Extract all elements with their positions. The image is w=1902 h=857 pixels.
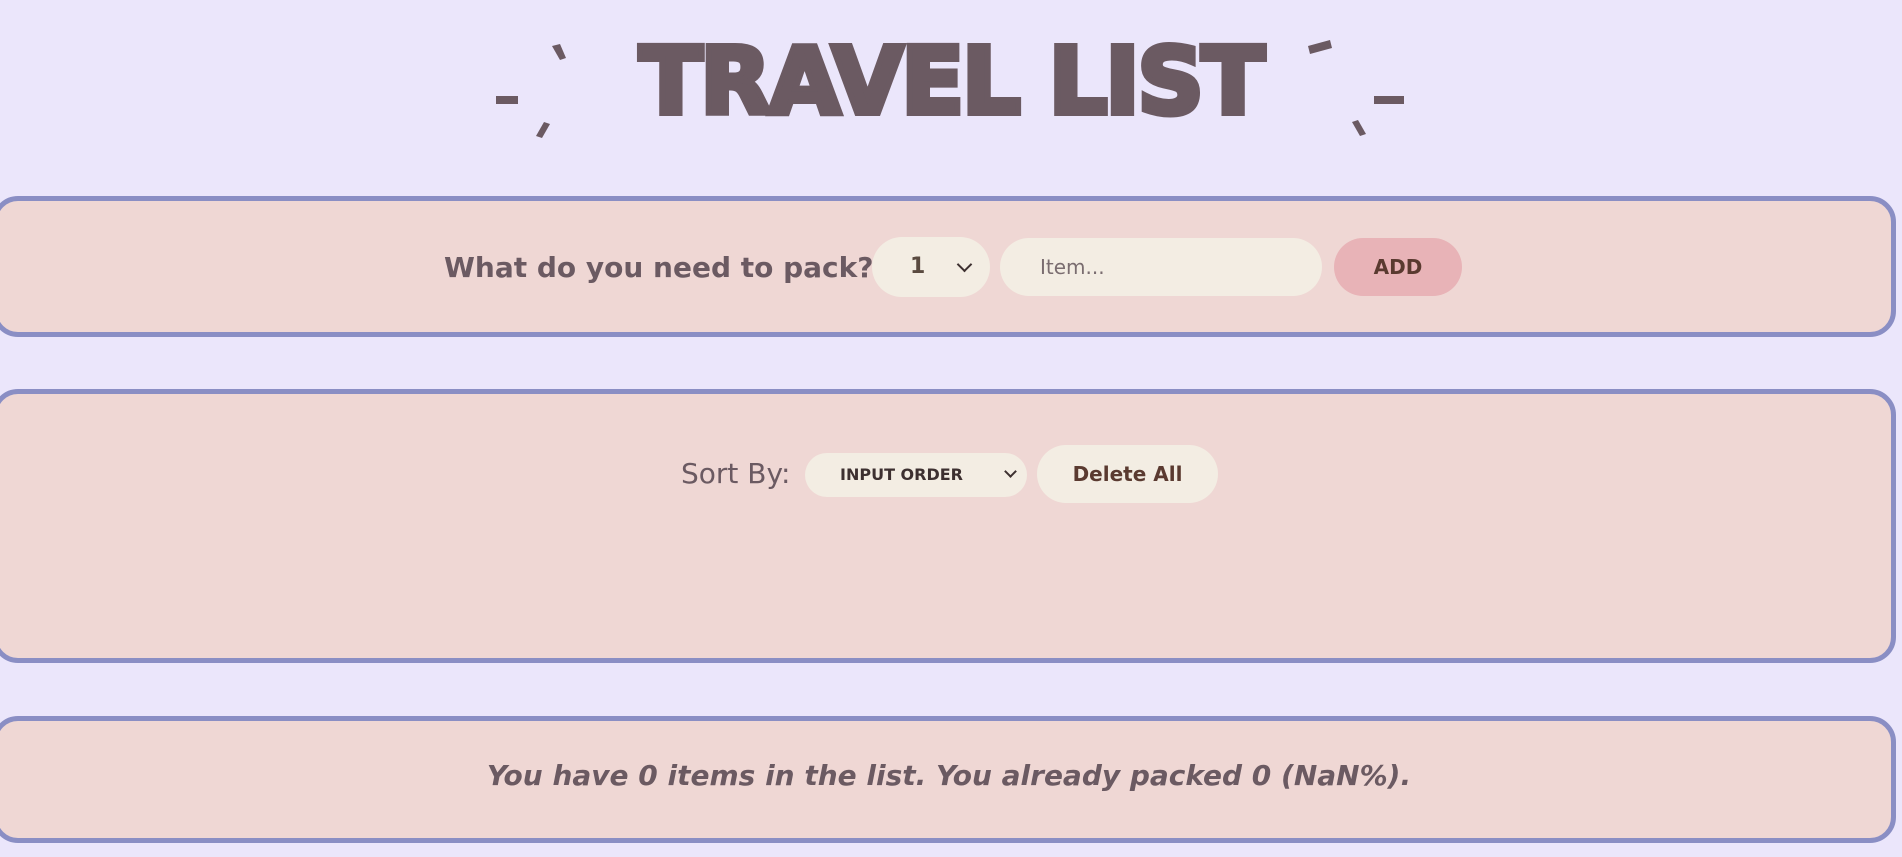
sort-value: INPUT ORDER bbox=[840, 465, 963, 484]
sparkle-right-icon bbox=[1308, 40, 1404, 136]
page-title: TRAVEL LIST bbox=[636, 25, 1267, 138]
sort-label: Sort By: bbox=[681, 457, 791, 490]
chevron-down-icon bbox=[1004, 465, 1017, 478]
stats-footer: You have 0 items in the list. You alread… bbox=[0, 716, 1896, 843]
stats-text: You have 0 items in the list. You alread… bbox=[486, 759, 1412, 792]
list-actions: Sort By: INPUT ORDER Delete All bbox=[0, 445, 1901, 505]
add-item-row: What do you need to pack? 1 ADD bbox=[0, 237, 1901, 299]
app-header: TRAVEL LIST bbox=[0, 0, 1902, 196]
chevron-down-icon bbox=[956, 256, 973, 273]
add-item-form: What do you need to pack? 1 ADD bbox=[0, 196, 1896, 337]
item-input[interactable] bbox=[1000, 238, 1322, 296]
add-button[interactable]: ADD bbox=[1334, 238, 1462, 296]
packing-list: Sort By: INPUT ORDER Delete All bbox=[0, 389, 1896, 663]
sort-select[interactable]: INPUT ORDER bbox=[805, 453, 1027, 497]
add-item-prompt: What do you need to pack? bbox=[444, 251, 874, 284]
delete-all-button[interactable]: Delete All bbox=[1037, 445, 1218, 503]
quantity-value: 1 bbox=[910, 254, 926, 279]
quantity-select[interactable]: 1 bbox=[872, 237, 990, 297]
